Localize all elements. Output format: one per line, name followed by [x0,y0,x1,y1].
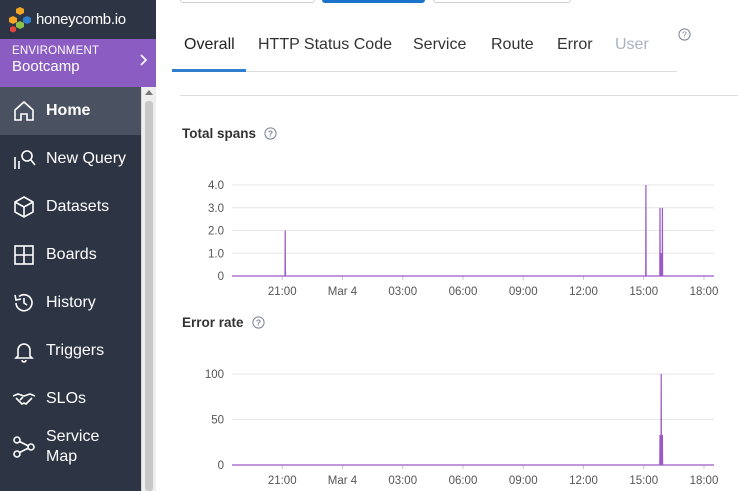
svg-text:?: ? [682,30,687,40]
cube-icon [12,195,36,219]
x-tick-label: 18:00 [690,286,719,298]
scrollbar-thumb[interactable] [145,101,153,491]
top-primary-button[interactable] [322,0,425,3]
chart-title-text: Total spans [182,126,257,141]
x-tick-label: 06:00 [449,286,478,298]
x-tick-label: 09:00 [509,475,538,487]
sidebar-item-new-query[interactable]: New Query [0,135,141,183]
x-tick-label: 21:00 [268,475,297,487]
y-tick-label: 100 [205,369,224,381]
handshake-icon [12,387,36,411]
error-rate-chart[interactable]: 0 50 100 21:00 Mar 4 03:00 06:00 09:00 12:00 15:0… [156,358,738,491]
tab-error[interactable]: Error [557,36,593,54]
sidebar-item-home[interactable]: Home [0,87,141,135]
svg-text:?: ? [268,129,273,139]
total-spans-chart[interactable]: 0 1.0 2.0 3.0 4.0 21:00 Mar 4 03:00 06:00 09:00 12… [156,168,738,303]
sidebar-item-label: Datasets [46,198,110,215]
chart-title-total-spans: Total spans ? [182,126,277,141]
boards-icon [12,243,36,267]
scroll-up-arrow-icon[interactable] [145,90,153,95]
sidebar-item-boards[interactable]: Boards [0,231,141,279]
x-tick-label: 21:00 [268,286,297,298]
history-icon [12,291,36,315]
chart-title-text: Error rate [182,315,244,330]
sidebar-item-label: Home [46,102,91,119]
y-tick-label: 0 [218,271,224,283]
y-tick-label: 3.0 [208,203,224,215]
breakdown-tabs: Overall HTTP Status Code Service Route E… [172,20,691,72]
x-tick-label: 12:00 [569,475,598,487]
tab-user: User [615,36,649,53]
x-tick-label: 06:00 [449,475,478,487]
divider [180,95,738,96]
tab-http-status-code[interactable]: HTTP Status Code [258,36,392,54]
x-tick-label: Mar 4 [328,475,358,487]
sidebar: honeycomb.io ENVIRONMENT Bootcamp Home N… [0,0,156,491]
logo-text: honeycomb.io [36,11,126,28]
top-button[interactable] [180,0,315,3]
main-panel: Overall HTTP Status Code Service Route E… [156,0,738,491]
tab-overall[interactable]: Overall [184,36,235,54]
help-icon[interactable]: ? [264,127,277,140]
sidebar-item-label: Service Map [46,428,100,465]
logo[interactable]: honeycomb.io [0,0,156,39]
sidebar-item-label: History [46,294,96,311]
x-tick-label: 09:00 [509,286,538,298]
y-tick-label: 1.0 [208,248,224,260]
active-tab-indicator [172,69,246,72]
y-tick-label: 0 [218,460,224,472]
help-icon[interactable]: ? [251,316,265,329]
svg-text:?: ? [255,318,260,328]
query-icon [12,147,36,171]
home-icon [12,99,36,123]
sidebar-item-slos[interactable]: SLOs [0,375,141,423]
chevron-right-icon [140,54,148,66]
x-tick-label: 12:00 [569,286,598,298]
sidebar-item-label: New Query [46,150,127,167]
x-tick-label: 03:00 [388,286,417,298]
y-tick-label: 2.0 [208,226,224,238]
sidebar-item-label: Triggers [46,342,105,359]
sidebar-item-triggers[interactable]: Triggers [0,327,141,375]
sidebar-item-history[interactable]: History [0,279,141,327]
chart-title-error-rate: Error rate ? [182,315,265,330]
y-tick-label: 4.0 [208,180,224,192]
x-tick-label: 03:00 [388,475,417,487]
y-tick-label: 50 [211,415,224,427]
service-map-icon [12,435,36,459]
tab-service[interactable]: Service [413,36,466,54]
tab-route[interactable]: Route [491,36,534,54]
x-tick-label: 18:00 [690,475,719,487]
top-button[interactable] [433,0,571,3]
help-icon[interactable]: ? [678,28,691,46]
sidebar-scrollbar[interactable] [141,87,156,491]
environment-switcher[interactable]: ENVIRONMENT Bootcamp [0,39,156,87]
sidebar-item-service-map[interactable]: Service Map [0,423,141,471]
honeycomb-logo-icon [9,6,31,32]
x-tick-label: 15:00 [629,286,658,298]
sidebar-nav: Home New Query Datasets Boards History T… [0,87,141,491]
sidebar-item-datasets[interactable]: Datasets [0,183,141,231]
sidebar-item-label: SLOs [46,390,87,407]
environment-label: ENVIRONMENT [12,45,100,57]
sidebar-item-label: Boards [46,246,97,263]
x-tick-label: Mar 4 [328,286,358,298]
environment-name: Bootcamp [12,58,80,75]
x-tick-label: 15:00 [629,475,658,487]
bell-icon [12,339,36,363]
